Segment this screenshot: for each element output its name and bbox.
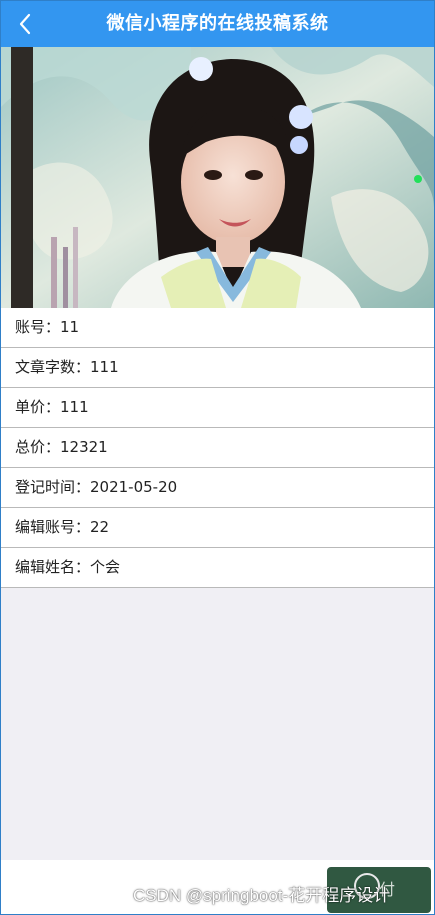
page-title: 微信小程序的在线投稿系统 <box>106 13 329 34</box>
detail-row-register-time: 登记时间：2021-05-20 <box>1 468 434 508</box>
indicator-dot <box>414 175 422 183</box>
navigation-bar: 微信小程序的在线投稿系统 <box>1 1 434 47</box>
watermark: CSDN @springboot-花开程序设计 <box>133 886 391 905</box>
portrait-photo <box>1 47 434 308</box>
detail-row-word-count: 文章字数：111 <box>1 348 434 388</box>
detail-row-editor-name: 编辑姓名：个会 <box>1 548 434 588</box>
detail-row-total-price: 总价：12321 <box>1 428 434 468</box>
detail-row-editor-account: 编辑账号：22 <box>1 508 434 548</box>
back-button[interactable] <box>11 9 39 39</box>
detail-row-unit-price: 单价：111 <box>1 388 434 428</box>
detail-row-account: 账号：11 <box>1 308 434 348</box>
hero-image <box>1 47 434 308</box>
detail-list: 账号：11 文章字数：111 单价：111 总价：12321 登记时间：2021… <box>1 308 434 588</box>
chevron-left-icon <box>19 13 31 35</box>
phone-screen: 微信小程序的在线投稿系统 账号：11 文章字数：111 单价：111 总价：12… <box>0 0 435 915</box>
